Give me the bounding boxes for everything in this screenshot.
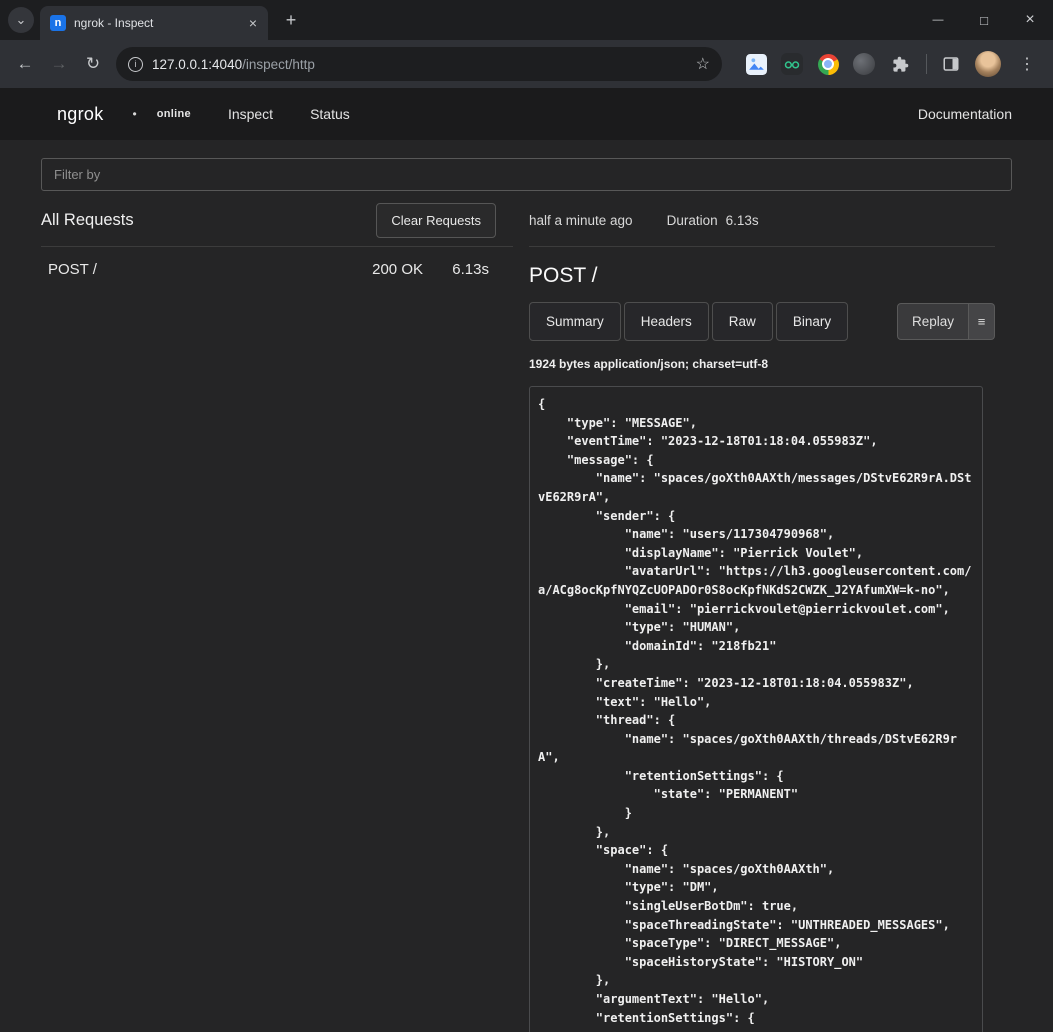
tab-close-icon[interactable]: ×: [244, 14, 262, 32]
request-time-ago: half a minute ago: [529, 213, 633, 228]
detail-title: POST /: [529, 264, 995, 288]
tab-search-button[interactable]: ⌄: [8, 7, 34, 33]
tab-headers[interactable]: Headers: [624, 302, 709, 341]
chevron-down-icon: ⌄: [16, 12, 27, 28]
window-controls: — □ ×: [915, 0, 1053, 40]
nav-item-documentation[interactable]: Documentation: [918, 106, 1012, 122]
reload-button[interactable]: ↻: [76, 47, 110, 81]
profile-avatar[interactable]: [975, 51, 1001, 77]
toolbar-divider: [926, 54, 927, 74]
bookmark-star-icon[interactable]: ☆: [696, 54, 710, 74]
requests-panel: All Requests Clear Requests POST / 200 O…: [41, 202, 513, 292]
request-duration-label: Duration 6.13s: [667, 213, 759, 228]
new-tab-button[interactable]: +: [278, 7, 304, 33]
toolbar-right-cluster: ⋮: [732, 50, 1041, 78]
chrome-logo-icon[interactable]: [816, 52, 840, 76]
tab-strip: ⌄ n ngrok - Inspect × + — □ ×: [0, 0, 1053, 40]
maximize-button[interactable]: □: [961, 0, 1007, 40]
tab-summary[interactable]: Summary: [529, 302, 621, 341]
request-duration: 6.13s: [443, 261, 489, 278]
requests-panel-header: All Requests Clear Requests: [41, 202, 513, 247]
url-host: 127.0.0.1:4040: [152, 57, 242, 72]
detail-panel: half a minute ago Duration 6.13s POST / S…: [529, 202, 995, 1032]
ngrok-favicon-icon: n: [50, 15, 66, 31]
all-requests-title: All Requests: [41, 211, 134, 230]
browser-menu-icon[interactable]: ⋮: [1013, 50, 1041, 78]
extension-icon-goggles-bg: [781, 53, 803, 75]
browser-chrome: ⌄ n ngrok - Inspect × + — □ × ← → ↻ i 12…: [0, 0, 1053, 88]
filter-input[interactable]: [41, 158, 1012, 191]
url-path: /inspect/http: [242, 57, 315, 72]
content-meta: 1924 bytes application/json; charset=utf…: [529, 357, 995, 371]
browser-tab[interactable]: n ngrok - Inspect ×: [40, 6, 268, 40]
replay-button[interactable]: Replay: [897, 303, 969, 340]
browser-toolbar: ← → ↻ i 127.0.0.1:4040/inspect/http ☆: [0, 40, 1053, 88]
detail-tabs: Summary Headers Raw Binary Replay ≡: [529, 302, 995, 341]
minimize-button[interactable]: —: [915, 0, 961, 40]
online-status-badge: online: [157, 108, 191, 120]
status-dot: •: [133, 107, 137, 121]
extensions-puzzle-icon[interactable]: [888, 52, 912, 76]
url-text: 127.0.0.1:4040/inspect/http: [152, 57, 687, 72]
inspect-content: All Requests Clear Requests POST / 200 O…: [0, 140, 1053, 1032]
nav-item-inspect[interactable]: Inspect: [228, 106, 273, 122]
back-button[interactable]: ←: [8, 47, 42, 81]
tab-title: ngrok - Inspect: [74, 16, 236, 30]
request-method-path: POST /: [48, 261, 372, 278]
address-bar[interactable]: i 127.0.0.1:4040/inspect/http ☆: [116, 47, 722, 81]
forward-button[interactable]: →: [42, 47, 76, 81]
side-panel-icon[interactable]: [939, 52, 963, 76]
replay-menu-icon[interactable]: ≡: [969, 303, 995, 340]
window-close-button[interactable]: ×: [1007, 0, 1053, 40]
duration-label: Duration: [667, 213, 718, 228]
detail-panel-header: half a minute ago Duration 6.13s: [529, 202, 995, 247]
ngrok-logo[interactable]: ngrok: [57, 104, 104, 125]
extension-icon-goggles[interactable]: [780, 52, 804, 76]
clear-requests-button[interactable]: Clear Requests: [376, 203, 496, 238]
tab-raw[interactable]: Raw: [712, 302, 773, 341]
duration-value: 6.13s: [726, 213, 759, 228]
ngrok-header: ngrok • online Inspect Status Documentat…: [0, 88, 1053, 140]
extension-round-bg: [853, 53, 875, 75]
request-row[interactable]: POST / 200 OK 6.13s: [41, 247, 513, 292]
request-status: 200 OK: [372, 261, 423, 278]
nav-item-status[interactable]: Status: [310, 106, 350, 122]
chrome-ball: [818, 54, 839, 75]
tab-binary[interactable]: Binary: [776, 302, 848, 341]
request-body-json: { "type": "MESSAGE", "eventTime": "2023-…: [538, 395, 974, 1027]
request-body-box: { "type": "MESSAGE", "eventTime": "2023-…: [529, 386, 983, 1032]
replay-group: Replay ≡: [897, 303, 995, 340]
extension-icon-round[interactable]: [852, 52, 876, 76]
ngrok-page: ngrok • online Inspect Status Documentat…: [0, 88, 1053, 1032]
site-info-icon[interactable]: i: [128, 57, 143, 72]
extension-icon-photos[interactable]: [744, 52, 768, 76]
